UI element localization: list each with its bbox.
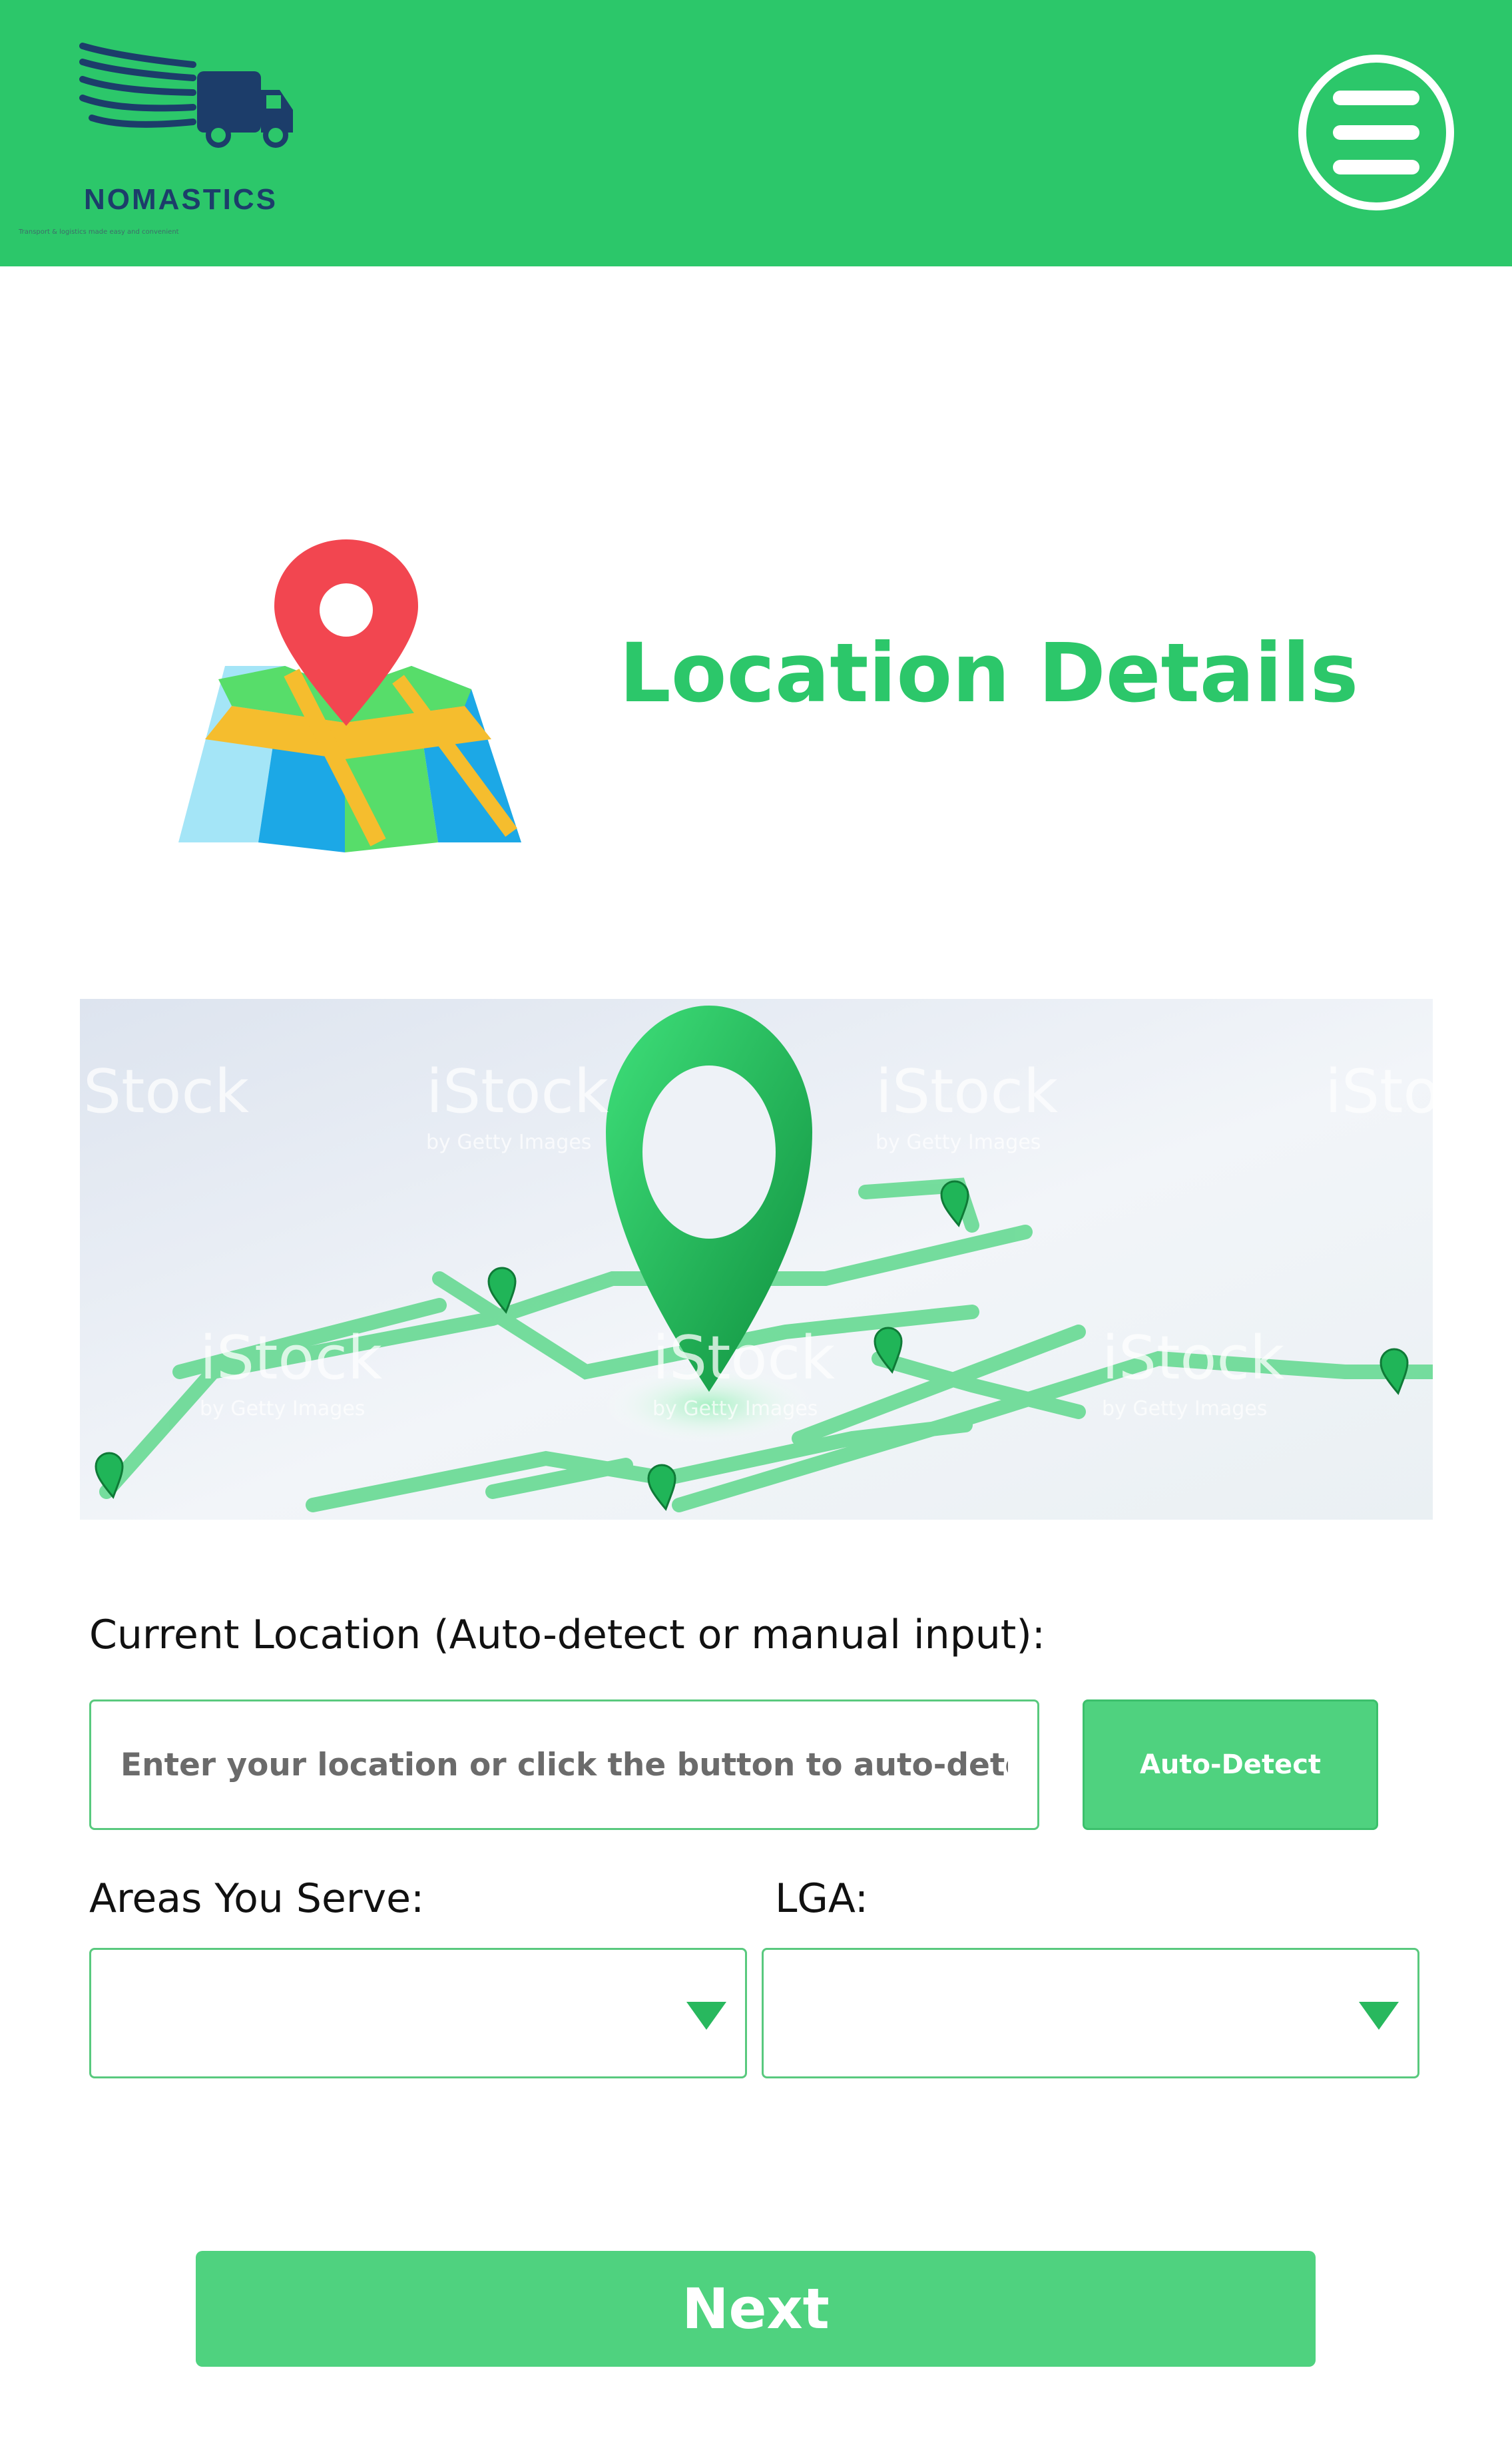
delivery-truck-icon [79,43,293,148]
current-location-label: Current Location (Auto-detect or manual … [89,1612,1045,1658]
svg-text:by Getty Images: by Getty Images [652,1397,818,1420]
lga-select[interactable] [762,1948,1419,2078]
auto-detect-button[interactable]: Auto-Detect [1083,1699,1378,1830]
svg-text:iStock: iStock [1325,1057,1433,1127]
hamburger-menu-button[interactable] [1298,55,1454,210]
svg-text:iStock: iStock [80,1057,249,1127]
areas-served-label: Areas You Serve: [89,1875,425,1922]
folded-map-pin-icon [178,539,525,852]
svg-text:by Getty Images: by Getty Images [1102,1397,1267,1420]
svg-text:iStock: iStock [1102,1323,1284,1393]
svg-text:iStock: iStock [426,1057,609,1127]
svg-text:iStock: iStock [876,1057,1058,1127]
svg-text:iStock: iStock [200,1323,382,1393]
svg-text:iStock: iStock [652,1323,835,1393]
current-location-input[interactable] [89,1699,1039,1830]
svg-text:by Getty Images: by Getty Images [200,1397,365,1420]
dropdown-arrow-icon [686,2002,726,2030]
nomastics-logo[interactable]: NOMASTICS Transport & logistics made eas… [19,37,352,236]
areas-served-select[interactable] [89,1948,747,2078]
map-route-pin-illustration: iStock iStock iStock iStock iStock iStoc… [80,1006,1433,1512]
app-header: NOMASTICS Transport & logistics made eas… [0,0,1512,266]
svg-text:by Getty Images: by Getty Images [426,1131,591,1154]
logo-tagline: Transport & logistics made easy and conv… [19,228,179,236]
lga-label: LGA: [775,1875,869,1922]
logo-name: NOMASTICS [84,183,278,216]
svg-text:by Getty Images: by Getty Images [876,1131,1041,1154]
dropdown-arrow-icon [1359,2002,1399,2030]
next-button[interactable]: Next [196,2251,1316,2367]
page-title: Location Details [619,626,1359,721]
location-hero-image: iStock iStock iStock iStock iStock iStoc… [80,999,1433,1520]
